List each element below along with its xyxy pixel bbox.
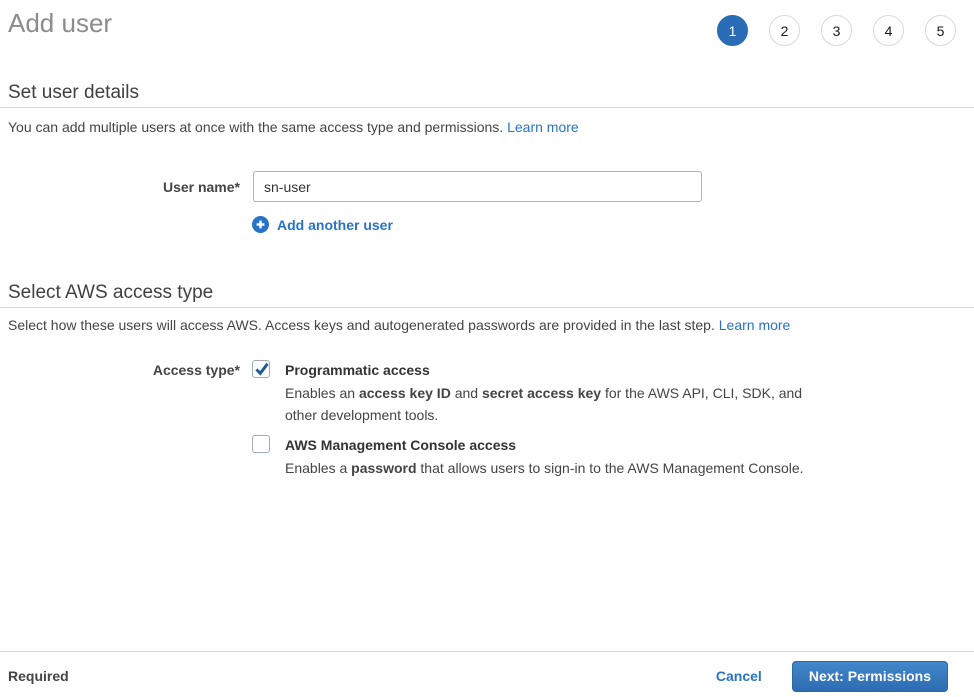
programmatic-access-title: Programmatic access — [285, 362, 430, 378]
step-4: 4 — [873, 15, 904, 46]
programmatic-access-description: Enables an access key ID and secret acce… — [285, 383, 809, 426]
learn-more-link-user-details[interactable]: Learn more — [507, 119, 579, 135]
page-title: Add user — [8, 8, 112, 39]
desc-text: and — [451, 385, 482, 401]
add-another-user-label: Add another user — [277, 217, 393, 233]
user-details-intro: You can add multiple users at once with … — [8, 119, 579, 135]
step-2: 2 — [769, 15, 800, 46]
section-heading-access-type: Select AWS access type — [8, 282, 213, 304]
plus-circle-icon — [252, 216, 269, 233]
user-details-intro-text: You can add multiple users at once with … — [8, 119, 503, 135]
checkmark-icon — [253, 360, 271, 378]
desc-text: Enables an — [285, 385, 359, 401]
required-note: Required — [8, 668, 69, 684]
learn-more-link-access-type[interactable]: Learn more — [719, 317, 791, 333]
section-divider — [0, 107, 974, 108]
step-5: 5 — [925, 15, 956, 46]
access-type-label: Access type* — [0, 362, 240, 378]
desc-bold: password — [351, 460, 416, 476]
console-access-description: Enables a password that allows users to … — [285, 458, 809, 480]
section-divider — [0, 307, 974, 308]
section-heading-user-details: Set user details — [8, 82, 139, 104]
desc-text: Enables a — [285, 460, 351, 476]
desc-bold: secret access key — [482, 385, 601, 401]
step-3: 3 — [821, 15, 852, 46]
access-type-intro-text: Select how these users will access AWS. … — [8, 317, 715, 333]
console-access-checkbox[interactable] — [252, 435, 270, 453]
desc-text: that allows users to sign-in to the AWS … — [417, 460, 804, 476]
add-user-page: Add user 1 2 3 4 5 Set user details You … — [0, 0, 974, 697]
programmatic-access-checkbox[interactable] — [252, 360, 270, 378]
cancel-button[interactable]: Cancel — [716, 668, 762, 684]
console-access-title: AWS Management Console access — [285, 437, 516, 453]
desc-bold: access key ID — [359, 385, 451, 401]
add-another-user-link[interactable]: Add another user — [252, 216, 393, 233]
user-name-label: User name* — [0, 179, 240, 195]
footer-divider — [0, 651, 974, 652]
next-permissions-button[interactable]: Next: Permissions — [792, 661, 948, 692]
access-type-intro: Select how these users will access AWS. … — [8, 317, 790, 333]
footer-actions: Cancel Next: Permissions — [716, 660, 948, 692]
step-1: 1 — [717, 15, 748, 46]
step-indicator: 1 2 3 4 5 — [717, 15, 956, 46]
user-name-input[interactable] — [253, 171, 702, 202]
